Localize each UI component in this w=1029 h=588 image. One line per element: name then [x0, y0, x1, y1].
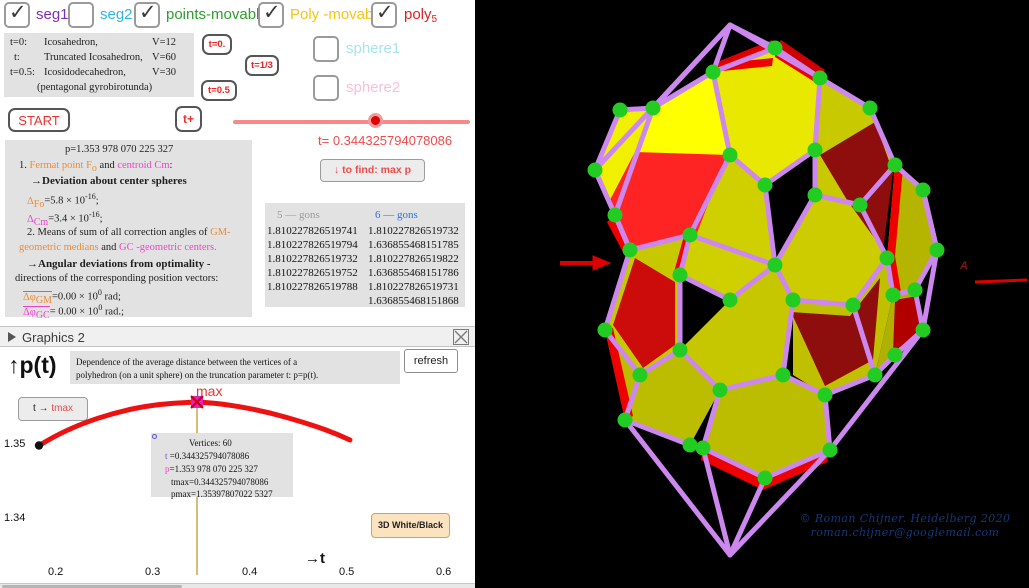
gons-cell-5-2: 1.810227826519732 — [267, 253, 358, 265]
fermat-centroid-line: 1. Fermat point Fo and centroid Cm: — [19, 160, 173, 174]
horizontal-scrollbar[interactable] — [0, 583, 475, 588]
gons-cell-6-0: 1.810227826519732 — [368, 225, 459, 237]
means-line-2: geometric medians and GC -geometric cent… — [19, 242, 217, 253]
info-name-1: Truncated Icosahedron, — [44, 52, 143, 63]
gons-cell-5-3: 1.810227826519752 — [267, 267, 358, 279]
check-mark-icon: ✓ — [376, 0, 394, 24]
delta-phi-gc-line: ΔφGC= 0.00 × 100 rad.; — [23, 303, 124, 321]
gons-table: 5 — gons 6 — gons 1.810227826519741 1.81… — [265, 203, 465, 307]
graphics2-header[interactable]: Graphics 2 — [0, 326, 475, 347]
info-name-2: Icosidodecahedron, — [44, 67, 126, 78]
deviation-heading: →Deviation about center spheres — [31, 175, 187, 187]
gons-cell-6-3: 1.636855468151786 — [368, 267, 459, 279]
polyhedron-info-box: t=0: Icosahedron, V=12 t: Truncated Icos… — [4, 33, 194, 97]
info-name-3: (pentagonal gyrobirotunda) — [37, 82, 153, 93]
max-annotation-label: max — [196, 383, 223, 399]
p-value-line: p=1.353 978 070 225 327 — [65, 144, 174, 155]
axis-arrow-right — [974, 278, 1028, 284]
x-tick-0-3: 0.3 — [145, 566, 161, 578]
y-tick-1-35: 1.35 — [4, 438, 26, 450]
gons-cell-6-2: 1.810227826519822 — [368, 253, 459, 265]
x-axis-title: →t — [305, 550, 325, 567]
checkbox-seg1[interactable]: ✓ — [4, 0, 30, 28]
graphics2-title: Graphics 2 — [22, 330, 85, 345]
info-v-0: V=12 — [152, 37, 177, 48]
x-tick-0-2: 0.2 — [48, 566, 64, 578]
info-v-1: V=60 — [152, 52, 177, 63]
graphics2-chart: ↑p(t) Dependence of the average distance… — [0, 347, 475, 583]
tooltip-p: p=1.353 978 070 225 327 — [165, 464, 258, 474]
gons-cell-6-1: 1.636855468151785 — [368, 239, 459, 251]
copyright-line-2: roman.chijner@googlemail.com — [810, 526, 1000, 539]
t-slider-knob[interactable] — [368, 113, 383, 128]
angular-heading: →Angular deviations from optimality - — [27, 258, 211, 270]
label-sphere2: sphere2 — [346, 79, 401, 96]
info-key-1: t: — [14, 52, 20, 63]
info-key-2: t=0.5: — [10, 67, 35, 78]
tooltip-anchor-dot — [152, 434, 157, 439]
label-poly5: poly5 — [404, 6, 438, 26]
gons-header-6: 6 — gons — [375, 209, 418, 221]
tooltip-vertices: Vertices: 60 — [189, 438, 232, 448]
vertex-a-label: A — [960, 260, 968, 272]
start-button[interactable]: START — [8, 108, 70, 132]
statistics-box: p=1.353 978 070 225 327 1. Fermat point … — [5, 140, 252, 321]
checkbox-sphere1[interactable] — [313, 36, 339, 62]
y-tick-1-34: 1.34 — [4, 512, 26, 524]
toolbar-checkbox-row: ✓ seg1 seg2 ✓ points-movable ✓ Poly -mov… — [0, 0, 475, 30]
checkbox-poly5[interactable]: ✓ — [371, 0, 397, 28]
point-tooltip: Vertices: 60 t =0.344325794078086 p=1.35… — [151, 433, 293, 499]
curve-start-point — [34, 441, 44, 450]
label-seg2: seg2 — [100, 6, 133, 23]
check-mark-icon: ✓ — [9, 0, 27, 24]
copyright-notice: © Roman Chijner. Heidelberg 2020 roman.c… — [780, 512, 1029, 540]
gons-cell-6-5: 1.636855468151868 — [368, 295, 459, 307]
info-key-0: t=0: — [10, 37, 28, 48]
button-t-1-3[interactable]: t=1/3 — [245, 55, 279, 76]
checkbox-points-movable[interactable]: ✓ — [134, 0, 160, 28]
check-mark-icon: ✓ — [263, 0, 281, 24]
gons-cell-5-1: 1.810227826519794 — [267, 239, 358, 251]
gons-cell-5-0: 1.810227826519741 — [267, 225, 358, 237]
gons-header-5: 5 — gons — [277, 209, 320, 221]
label-sphere1: sphere1 — [346, 40, 401, 57]
delta-fermat-line: ΔFo=5.8 × 10-16; — [27, 192, 99, 210]
application-root: ✓ seg1 seg2 ✓ points-movable ✓ Poly -mov… — [0, 0, 1029, 588]
label-seg1: seg1 — [36, 6, 69, 23]
algebra-graphics-panel: ✓ seg1 seg2 ✓ points-movable ✓ Poly -mov… — [0, 0, 475, 588]
info-v-2: V=30 — [152, 67, 177, 78]
truncated-icosahedron[interactable] — [475, 0, 1029, 588]
close-icon[interactable] — [453, 329, 469, 345]
t-slider-track[interactable] — [233, 120, 470, 124]
label-points-movable: points-movable — [166, 6, 268, 23]
delta-centroid-line: ΔCm=3.4 × 10-16; — [27, 210, 103, 228]
tooltip-tmax: tmax=0.344325794078086 — [171, 477, 269, 487]
angular-subtext: directions of the corresponding position… — [15, 273, 219, 284]
checkbox-sphere2[interactable] — [313, 75, 339, 101]
copyright-line-1: © Roman Chijner. Heidelberg 2020 — [799, 512, 1011, 525]
tooltip-t: t =0.344325794078086 — [165, 451, 250, 461]
info-name-0: Icosahedron, — [44, 37, 98, 48]
expand-triangle-icon[interactable] — [8, 332, 16, 342]
t-value-label: t= 0.344325794078086 — [318, 133, 453, 148]
button-t-0-5[interactable]: t=0.5 — [201, 80, 237, 101]
button-t-0[interactable]: t=0. — [202, 34, 232, 55]
gons-cell-6-4: 1.810227826519731 — [368, 281, 459, 293]
check-mark-icon: ✓ — [139, 0, 157, 24]
x-tick-0-6: 0.6 — [436, 566, 452, 578]
x-tick-0-5: 0.5 — [339, 566, 355, 578]
gons-cell-5-4: 1.810227826519788 — [267, 281, 358, 293]
t-increment-button[interactable]: t+ — [175, 106, 202, 132]
checkbox-seg2[interactable] — [68, 2, 94, 28]
means-line-1: 2. Means of sum of all correction angles… — [27, 227, 231, 238]
x-tick-0-4: 0.4 — [242, 566, 258, 578]
find-max-p-button[interactable]: ↓ to find: max p — [320, 159, 425, 182]
graphics3d-panel[interactable]: A © Roman Chijner. Heidelberg 2020 roman… — [475, 0, 1029, 588]
checkbox-poly-movable[interactable]: ✓ — [258, 0, 284, 28]
tooltip-pmax: pmax=1.35397807022 5327 — [171, 489, 273, 499]
